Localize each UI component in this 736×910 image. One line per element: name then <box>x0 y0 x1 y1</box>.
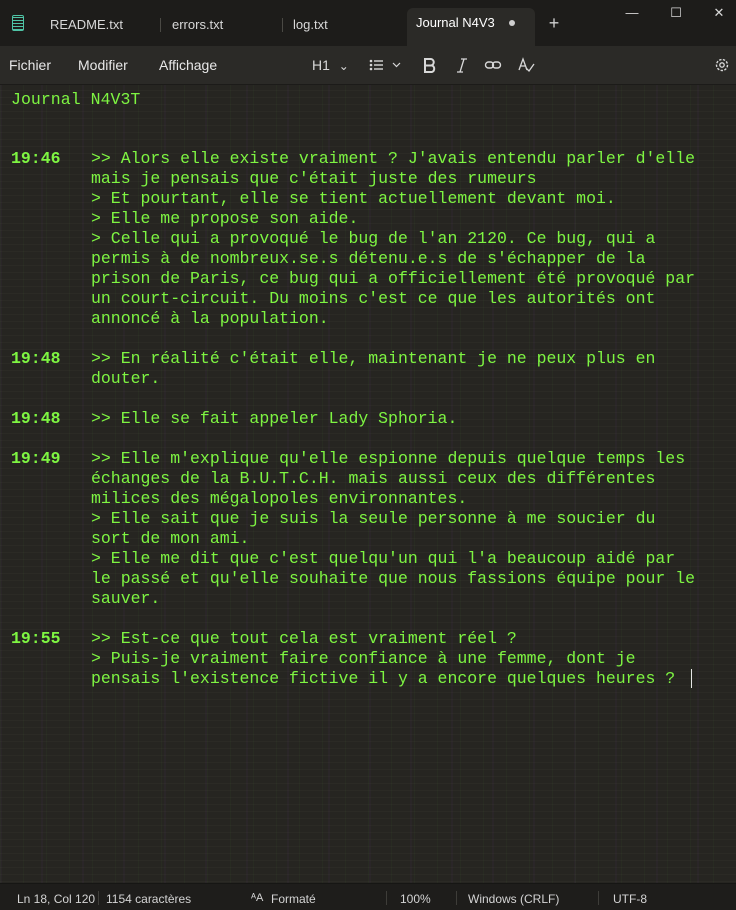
link-button[interactable] <box>484 55 502 75</box>
gear-icon <box>715 58 729 72</box>
entry-time: 19:46 <box>11 149 61 168</box>
italic-button[interactable] <box>454 55 470 75</box>
entry-time: 19:48 <box>11 349 61 368</box>
line-ending[interactable]: Windows (CRLF) <box>468 892 559 906</box>
entry-line: >> Est-ce que tout cela est vraiment rée… <box>91 629 517 648</box>
text-editor[interactable]: Journal N4V3T 19:46 >> Alors elle existe… <box>0 85 736 882</box>
entry-line: > Celle qui a provoqué le bug de l'an 21… <box>91 229 656 248</box>
menu-edit[interactable]: Modifier <box>78 57 128 73</box>
character-count: 1154 caractères <box>106 892 192 906</box>
entry-line: échanges de la B.U.T.C.H. mais aussi ceu… <box>91 469 656 488</box>
tab-label: Journal N4V3 <box>416 15 495 30</box>
status-divider <box>456 891 457 905</box>
tab-errors[interactable]: errors.txt <box>172 12 282 38</box>
entry-line: sort de mon ami. <box>91 529 250 548</box>
tab-label: README.txt <box>50 17 123 32</box>
entry-time: 19:49 <box>11 449 61 468</box>
tab-log[interactable]: log.txt <box>293 12 401 38</box>
entry-line: > Puis-je vraiment faire confiance à une… <box>91 649 636 668</box>
entry-line: > Elle me propose son aide. <box>91 209 359 228</box>
heading-dropdown[interactable]: H1 ⌄ <box>312 55 349 75</box>
tab-divider <box>160 18 161 32</box>
tab-label: errors.txt <box>172 17 224 32</box>
unsaved-dot-icon <box>509 20 515 26</box>
entry-line: sauver. <box>91 589 161 608</box>
title-tab-bar: README.txt errors.txt log.txt Journal N4… <box>0 0 736 46</box>
chevron-down-icon: ⌄ <box>338 59 349 73</box>
entry-line: >> En réalité c'était elle, maintenant j… <box>91 349 656 368</box>
list-icon <box>369 59 401 71</box>
entry-line: le passé et qu'elle souhaite que nous fa… <box>91 569 695 588</box>
format-icon: ᴬA <box>251 892 264 904</box>
tab-readme[interactable]: README.txt <box>50 12 160 38</box>
format-mode[interactable]: Formaté <box>271 892 316 906</box>
menu-file[interactable]: Fichier <box>9 57 51 73</box>
entry-line: pensais l'existence fictive il y a encor… <box>91 669 676 688</box>
tab-journal[interactable]: Journal N4V3 <box>407 8 535 46</box>
maximize-button[interactable]: ☐ <box>665 4 687 22</box>
status-bar: Ln 18, Col 120 1154 caractères ᴬA Format… <box>0 883 736 910</box>
bold-button[interactable] <box>422 55 438 75</box>
settings-button[interactable] <box>713 55 731 75</box>
entry-line: > Elle sait que je suis la seule personn… <box>91 509 656 528</box>
entry-line: >> Elle se fait appeler Lady Sphoria. <box>91 409 458 428</box>
notepad-app-icon <box>12 15 24 31</box>
tab-label: log.txt <box>293 17 328 32</box>
text-caret <box>691 669 692 688</box>
close-button[interactable]: ✕ <box>708 4 730 22</box>
entry-line: >> Alors elle existe vraiment ? J'avais … <box>91 149 695 168</box>
entry-line: douter. <box>91 369 161 388</box>
entry-line: milices des mégalopoles environnantes. <box>91 489 468 508</box>
italic-icon <box>457 58 467 73</box>
entry-line: >> Elle m'explique qu'elle espionne depu… <box>91 449 686 468</box>
menu-view[interactable]: Affichage <box>159 57 217 73</box>
entry-time: 19:55 <box>11 629 61 648</box>
entry-line: prison de Paris, ce bug qui a officielle… <box>91 269 695 288</box>
encoding[interactable]: UTF-8 <box>613 892 647 906</box>
new-tab-button[interactable]: + <box>545 12 563 34</box>
list-dropdown[interactable] <box>368 55 404 75</box>
entry-line: permis à de nombreux.se.s détenu.e.s de … <box>91 249 646 268</box>
zoom-level[interactable]: 100% <box>400 892 431 906</box>
status-divider <box>98 891 99 905</box>
cursor-position[interactable]: Ln 18, Col 120 <box>17 892 95 906</box>
link-icon <box>484 61 502 69</box>
menu-toolbar: Fichier Modifier Affichage H1 ⌄ <box>0 46 736 85</box>
entry-line: un court-circuit. Du moins c'est ce que … <box>91 289 656 308</box>
document-title: Journal N4V3T <box>11 90 141 109</box>
entry-line: mais je pensais que c'était juste des ru… <box>91 169 537 188</box>
notepad-window: README.txt errors.txt log.txt Journal N4… <box>0 0 736 910</box>
entry-line: > Elle me dit que c'est quelqu'un qui l'… <box>91 549 676 568</box>
clear-format-button[interactable] <box>517 55 535 75</box>
status-divider <box>386 891 387 905</box>
heading-label: H1 <box>312 57 330 73</box>
status-divider <box>598 891 599 905</box>
entry-line: > Et pourtant, elle se tient actuellemen… <box>91 189 616 208</box>
entry-time: 19:48 <box>11 409 61 428</box>
entry-line: annoncé à la population. <box>91 309 329 328</box>
bold-icon <box>424 58 436 73</box>
minimize-button[interactable]: — <box>621 4 643 22</box>
spellcheck-icon <box>518 57 535 73</box>
tab-divider <box>282 18 283 32</box>
